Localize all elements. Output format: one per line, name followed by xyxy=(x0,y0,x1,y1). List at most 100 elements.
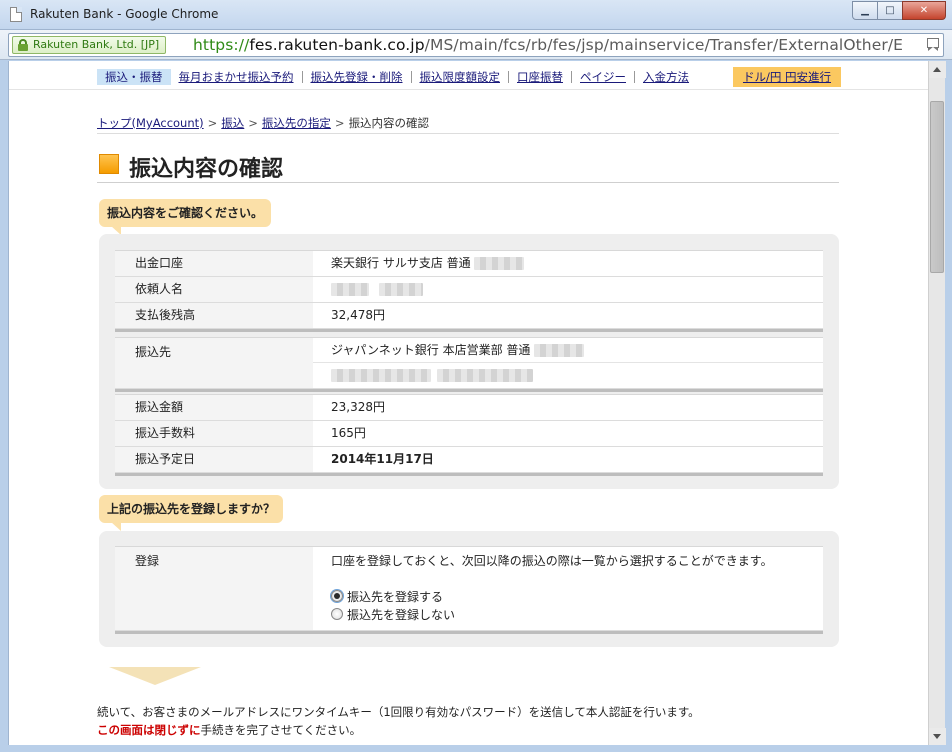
page-title: 振込内容の確認 xyxy=(129,157,284,182)
radio-no-register[interactable]: 振込先を登録しない xyxy=(331,605,823,623)
top-nav: 振込・振替 毎月おまかせ振込予約 振込先登録・削除 振込限度額設定 口座振替 ペ… xyxy=(97,67,841,87)
table-row: 振込金額 23,328円 xyxy=(115,395,823,421)
radio-unchecked-icon[interactable] xyxy=(331,608,343,620)
masked-account-number xyxy=(474,257,525,270)
breadcrumb-dest[interactable]: 振込先の指定 xyxy=(262,116,331,130)
row-label: 振込先 xyxy=(115,338,313,388)
row-label: 振込手数料 xyxy=(115,421,313,446)
nav-transfer[interactable]: 振込・振替 xyxy=(97,69,171,85)
breadcrumb-separator: > xyxy=(207,116,218,130)
row-label: 出金口座 xyxy=(115,251,313,276)
masked-name xyxy=(378,283,423,296)
window-controls: ▁ □ ✕ xyxy=(852,1,946,20)
destination-table: 振込先 ジャパンネット銀行 本店営業部 普通 xyxy=(115,337,823,392)
transfer-amount-value: 23,328円 xyxy=(331,400,385,414)
url-field[interactable]: Rakuten Bank, Ltd. [JP] https://fes.raku… xyxy=(8,33,944,57)
radio-register-label: 振込先を登録する xyxy=(347,589,444,604)
scroll-down-icon[interactable] xyxy=(929,728,946,745)
table-shadow xyxy=(115,329,823,332)
promo-banner-usd-jpy[interactable]: ドル/円 円安進行 xyxy=(732,67,841,87)
vertical-scrollbar[interactable] xyxy=(928,61,946,745)
nav-direct-debit[interactable]: 口座振替 xyxy=(509,71,572,83)
register-callout: 上記の振込先を登録しますか？ xyxy=(99,495,284,531)
maximize-button[interactable]: □ xyxy=(877,1,903,20)
table-row: 振込先 ジャパンネット銀行 本店営業部 普通 xyxy=(115,338,823,389)
nav-limit-setting[interactable]: 振込限度額設定 xyxy=(412,71,509,83)
table-row: 出金口座 楽天銀行 サルサ支店 普通 xyxy=(115,251,823,277)
warn-text: この画面は閉じずに xyxy=(97,723,201,737)
transfer-date-value: 2014年11月17日 xyxy=(331,452,434,466)
destination-bank-value: ジャパンネット銀行 本店営業部 普通 xyxy=(331,343,531,357)
table-row: 依頼人名 xyxy=(115,277,823,303)
amount-table: 振込金額 23,328円 振込手数料 165円 振込予定日 2014年11月17… xyxy=(115,394,823,476)
source-account-table: 出金口座 楽天銀行 サルサ支店 普通 依頼人名 支払後残高 32,478円 xyxy=(115,250,823,332)
nav-register-delete[interactable]: 振込先登録・削除 xyxy=(303,71,412,83)
register-table: 登録 口座を登録しておくと、次回以降の振込の際は一覧から選択することができます。… xyxy=(115,546,823,634)
url-path: /MS/main/fcs/rb/fes/jsp/mainservice/Tran… xyxy=(424,36,904,54)
destination-name xyxy=(313,363,823,388)
breadcrumb-transfer[interactable]: 振込 xyxy=(221,116,244,130)
scroll-up-icon[interactable] xyxy=(929,61,946,78)
title-marker-icon xyxy=(99,154,119,174)
row-value: 楽天銀行 サルサ支店 普通 xyxy=(313,251,823,276)
table-shadow xyxy=(115,473,823,476)
breadcrumb: トップ(MyAccount) > 振込 > 振込先の指定 > 振込内容の確認 xyxy=(97,115,429,131)
masked-account-number xyxy=(534,344,585,357)
source-account-value: 楽天銀行 サルサ支店 普通 xyxy=(331,256,471,270)
transfer-details-panel: 出金口座 楽天銀行 サルサ支店 普通 依頼人名 支払後残高 32,478円 振込… xyxy=(99,234,839,489)
url-text[interactable]: https://fes.rakuten-bank.co.jp/MS/main/f… xyxy=(193,36,903,54)
breadcrumb-top[interactable]: トップ(MyAccount) xyxy=(97,116,204,130)
table-shadow xyxy=(115,389,823,392)
keep-open-notice: この画面は閉じずに手続きを完了させてください。 xyxy=(97,722,361,738)
url-scheme: https:// xyxy=(193,36,250,54)
nav-monthly-auto-transfer[interactable]: 毎月おまかせ振込予約 xyxy=(171,71,303,83)
breadcrumb-current: 振込内容の確認 xyxy=(348,116,430,130)
masked-name xyxy=(331,283,369,296)
breadcrumb-separator: > xyxy=(334,116,345,130)
nav-deposit-method[interactable]: 入金方法 xyxy=(635,71,697,83)
radio-register[interactable]: 振込先を登録する xyxy=(331,587,823,605)
window-title: Rakuten Bank - Google Chrome xyxy=(30,7,219,21)
notice-rest: 手続きを完了させてください。 xyxy=(200,723,362,737)
nav-payeasy[interactable]: ペイジー xyxy=(572,71,635,83)
bookmark-icon[interactable] xyxy=(927,38,939,52)
address-bar: Rakuten Bank, Ltd. [JP] https://fes.raku… xyxy=(0,30,952,60)
masked-name xyxy=(437,369,533,382)
masked-name xyxy=(331,369,431,382)
confirm-callout: 振込内容をご確認ください。 xyxy=(99,199,272,235)
row-label: 振込予定日 xyxy=(115,447,313,472)
balance-after-value: 32,478円 xyxy=(331,308,385,322)
step-arrow-icon xyxy=(109,667,201,685)
url-host: fes.rakuten-bank.co.jp xyxy=(249,36,425,54)
close-button[interactable]: ✕ xyxy=(902,1,946,20)
nav-divider xyxy=(9,89,928,90)
row-label: 登録 xyxy=(115,547,313,630)
minimize-button[interactable]: ▁ xyxy=(852,1,878,20)
transfer-fee-value: 165円 xyxy=(331,426,366,440)
ev-certificate-badge[interactable]: Rakuten Bank, Ltd. [JP] xyxy=(12,36,167,54)
table-row: 登録 口座を登録しておくと、次回以降の振込の際は一覧から選択することができます。… xyxy=(115,547,823,631)
otp-notice: 続いて、お客さまのメールアドレスにワンタイムキー（1回限り有効なパスワード）を送… xyxy=(97,705,700,719)
breadcrumb-divider xyxy=(97,133,839,134)
radio-no-register-label: 振込先を登録しない xyxy=(347,607,456,622)
scrollbar-thumb[interactable] xyxy=(930,101,944,273)
ev-label: Rakuten Bank, Ltd. [JP] xyxy=(33,38,160,51)
table-row: 振込予定日 2014年11月17日 xyxy=(115,447,823,473)
row-label: 依頼人名 xyxy=(115,277,313,302)
table-row: 振込手数料 165円 xyxy=(115,421,823,447)
register-panel: 登録 口座を登録しておくと、次回以降の振込の際は一覧から選択することができます。… xyxy=(99,531,839,647)
row-value: ジャパンネット銀行 本店営業部 普通 xyxy=(313,338,823,388)
page-viewport: 振込・振替 毎月おまかせ振込予約 振込先登録・削除 振込限度額設定 口座振替 ペ… xyxy=(8,61,928,745)
lock-icon xyxy=(18,39,28,51)
table-row: 支払後残高 32,478円 xyxy=(115,303,823,329)
row-value: 口座を登録しておくと、次回以降の振込の際は一覧から選択することができます。 振込… xyxy=(313,547,823,630)
row-value xyxy=(313,277,823,302)
window-titlebar: Rakuten Bank - Google Chrome ▁ □ ✕ xyxy=(0,0,952,30)
row-label: 支払後残高 xyxy=(115,303,313,328)
register-description: 口座を登録しておくと、次回以降の振込の際は一覧から選択することができます。 xyxy=(331,554,773,568)
table-shadow xyxy=(115,631,823,634)
window-frame-bottom xyxy=(0,745,952,752)
radio-checked-icon[interactable] xyxy=(331,590,343,602)
breadcrumb-separator: > xyxy=(248,116,258,130)
row-label: 振込金額 xyxy=(115,395,313,420)
